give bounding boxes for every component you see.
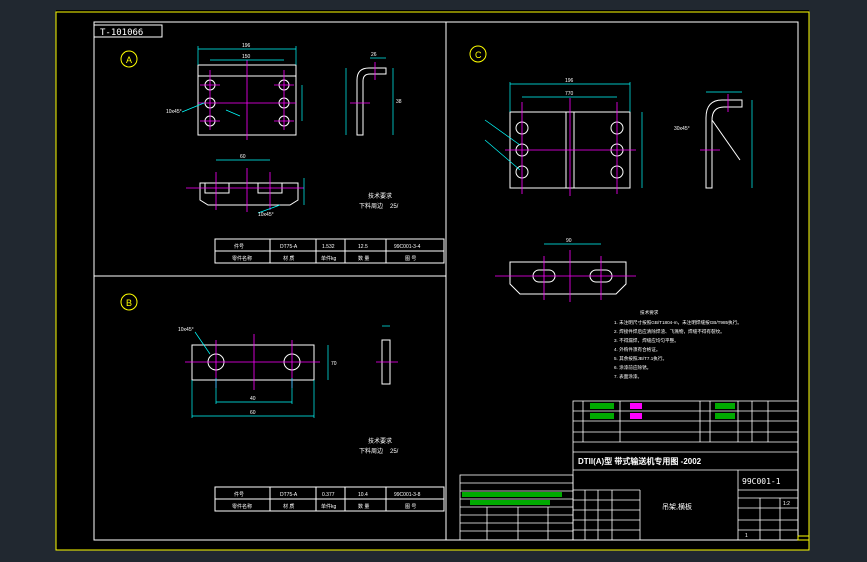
tech-note-2: 2. 焊接件焊后应清除焊渣、飞溅物，焊缝不得有裂纹。 (614, 328, 725, 335)
chamfer-b: 10x45° (178, 327, 194, 333)
mat-b-r2c4: 数 量 (358, 503, 369, 510)
tech-note-4: 4. 外购件须有合格证。 (614, 346, 660, 353)
roughness-b: 25/ (390, 449, 399, 455)
mat-a-r2c5: 图 号 (405, 256, 416, 262)
mat-a-r2c4: 数 量 (358, 255, 369, 262)
mat-b-r2c3: 单件kg (321, 503, 337, 510)
edge-note-a: 下料周边 (359, 202, 383, 210)
chamfer-a2: 10x45° (258, 212, 274, 218)
dim-a-cl: 60 (240, 154, 246, 160)
tech-note-6: 6. 涂漆前应除锈。 (614, 364, 651, 371)
dim-b-inner: 40 (250, 396, 256, 402)
mat-b-r1c3: 0.377 (322, 492, 335, 498)
mat-b-r2c1: 零件名称 (232, 503, 252, 510)
mat-a-r2c3: 单件kg (321, 255, 337, 262)
drawing-canvas[interactable]: T-101066 A 196 150 10x45° 26 38 60 10x45… (0, 0, 867, 562)
roughness-a: 25/ (390, 204, 399, 210)
tech-req-b: 技术要求 (368, 437, 392, 445)
mat-b-r1c5: 99C001-3-8 (394, 492, 421, 498)
drawing-tag: T-101066 (100, 28, 143, 38)
title-block-code: 99C001-1 (742, 477, 781, 486)
dim-c-bot: 90 (566, 238, 572, 244)
view-b-letter: B (126, 298, 132, 308)
mat-a-r2c2: 材 质 (283, 255, 294, 262)
edge-note-b: 下料周边 (359, 447, 383, 455)
mat-a-r1c4: 12.5 (358, 244, 368, 250)
dim-b-height: 70 (331, 361, 337, 367)
mat-b-r2c2: 材 质 (283, 503, 294, 510)
dim-c-inner: 770 (565, 91, 574, 97)
tech-note-0: 技术要求 (640, 309, 659, 316)
dim-b-width: 60 (250, 410, 256, 416)
mat-b-r1c1: 件号 (234, 491, 244, 498)
mat-a-r1c3: 1.532 (322, 244, 335, 250)
mat-b-r1c4: 10.4 (358, 492, 368, 498)
title-block-scale: 1:2 (783, 501, 790, 507)
dim-a-inner: 150 (242, 54, 251, 60)
chamfer-c: 30x45° (674, 126, 690, 132)
tech-note-3: 3. 不得漏焊，焊缝应均匀平整。 (614, 337, 679, 344)
chamfer-a: 10x45° (166, 109, 182, 115)
dim-c-width: 196 (565, 78, 574, 84)
mat-a-r1c5: 99C001-3-4 (394, 244, 421, 250)
mat-a-r2c1: 零件名称 (232, 255, 252, 262)
tech-note-5: 5. 其余按照JB/T7.1执行。 (614, 355, 667, 362)
mat-b-r2c5: 图 号 (405, 504, 416, 510)
title-block-sheet: 1 (745, 533, 748, 539)
title-block-part-name: 吊架,横板 (662, 502, 692, 511)
tech-req-a: 技术要求 (368, 192, 392, 200)
dim-a-r: 38 (396, 99, 402, 105)
tech-note-1: 1. 未注明尺寸按照GB/T1804-m，未注明焊缝按GB/T985执行。 (614, 319, 742, 326)
mat-a-r1c1: 件号 (234, 243, 244, 250)
tech-note-7: 7. 表面涂漆。 (614, 373, 642, 380)
mat-a-r1c2: DT75-A (280, 244, 298, 250)
dim-a-width: 196 (242, 43, 251, 49)
view-a-letter: A (126, 55, 132, 65)
dim-a-side: 26 (371, 52, 377, 58)
title-block-title: DTII(A)型 带式输送机专用图 -2002 (578, 456, 702, 466)
mat-b-r1c2: DT75-A (280, 492, 298, 498)
view-c-letter: C (475, 50, 482, 60)
